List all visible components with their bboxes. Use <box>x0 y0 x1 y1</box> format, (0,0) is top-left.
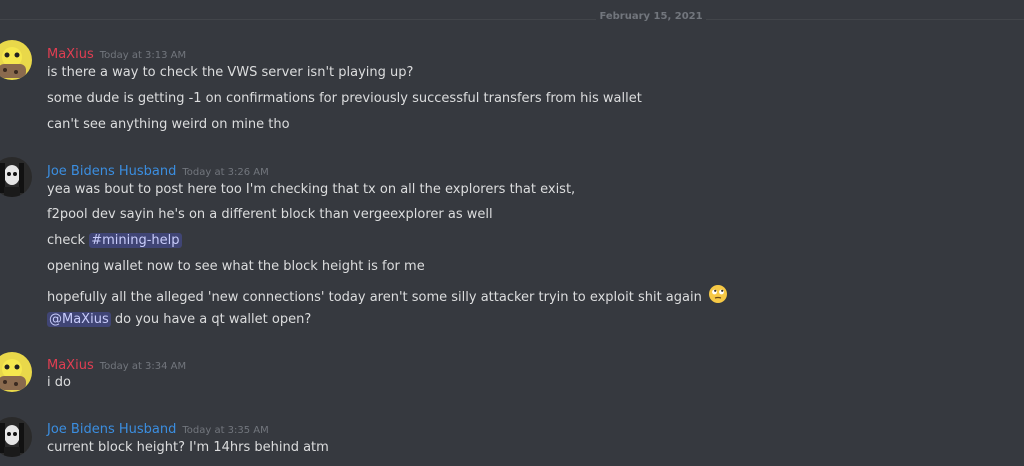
message-line: i do <box>47 375 71 390</box>
divider-line <box>706 19 1024 20</box>
message-text: check <box>47 233 86 248</box>
channel-mention[interactable]: #mining-help <box>89 233 182 248</box>
message-line: some dude is getting -1 on confirmations… <box>47 91 642 106</box>
date-divider: February 15, 2021 <box>0 10 1024 30</box>
divider-date: February 15, 2021 <box>599 11 703 22</box>
avatar[interactable] <box>0 417 32 457</box>
message-line: opening wallet now to see what the block… <box>47 259 425 274</box>
username[interactable]: MaXius <box>47 47 94 62</box>
username[interactable]: MaXius <box>47 358 94 373</box>
message-line: current block height? I'm 14hrs behind a… <box>47 440 329 455</box>
user-mention[interactable]: @MaXius <box>47 312 111 327</box>
message-text: hopefully all the alleged 'new connectio… <box>47 290 702 305</box>
message-line: can't see anything weird on mine tho <box>47 117 290 132</box>
avatar-pikachu-icon <box>0 352 32 392</box>
avatar-dark-figure-icon <box>0 157 32 197</box>
message-header: MaXius Today at 3:13 AM <box>47 43 186 62</box>
message-line: hopefully all the alleged 'new connectio… <box>47 284 728 305</box>
username[interactable]: Joe Bidens Husband <box>47 422 176 437</box>
message-line: is there a way to check the VWS server i… <box>47 65 414 80</box>
face-with-rolling-eyes-icon[interactable] <box>708 284 728 311</box>
message-header: Joe Bidens Husband Today at 3:26 AM <box>47 160 269 179</box>
timestamp[interactable]: Today at 3:34 AM <box>100 361 186 372</box>
message-header: Joe Bidens Husband Today at 3:35 AM <box>47 418 269 437</box>
username[interactable]: Joe Bidens Husband <box>47 164 176 179</box>
avatar-pikachu-icon <box>0 40 32 80</box>
timestamp[interactable]: Today at 3:13 AM <box>100 50 186 61</box>
timestamp[interactable]: Today at 3:26 AM <box>182 167 268 178</box>
message-text: do you have a qt wallet open? <box>114 312 312 327</box>
message-line: check #mining-help <box>47 231 182 251</box>
avatar[interactable] <box>0 157 32 197</box>
message-header: MaXius Today at 3:34 AM <box>47 354 186 373</box>
message-line: @MaXius do you have a qt wallet open? <box>47 310 311 330</box>
message-line: f2pool dev sayin he's on a different blo… <box>47 207 493 222</box>
avatar[interactable] <box>0 40 32 80</box>
timestamp[interactable]: Today at 3:35 AM <box>182 425 268 436</box>
divider-line <box>0 19 596 20</box>
avatar-dark-figure-icon <box>0 417 32 457</box>
message-line: yea was bout to post here too I'm checki… <box>47 182 576 197</box>
avatar[interactable] <box>0 352 32 392</box>
